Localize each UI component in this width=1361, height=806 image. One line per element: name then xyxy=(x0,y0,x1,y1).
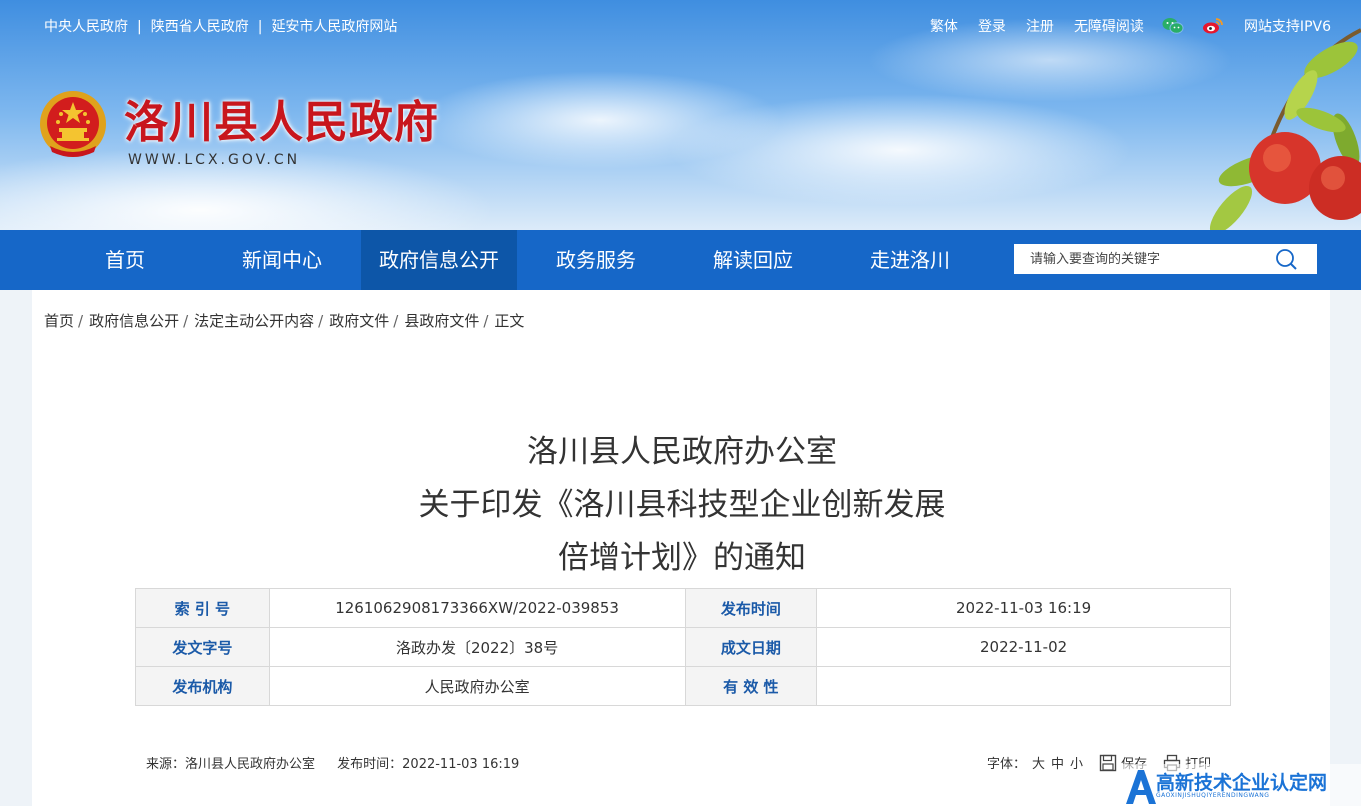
article-title-line: 关于印发《洛川县科技型企业创新发展 xyxy=(418,487,946,523)
search-box xyxy=(1014,244,1317,274)
breadcrumb-county-docs[interactable]: 县政府文件 xyxy=(404,312,479,330)
publishing-org-label: 发布机构 xyxy=(135,666,270,706)
table-row: 发文字号 洛政办发〔2022〕38号 成文日期 2022-11-02 xyxy=(135,627,1231,667)
nav-news-center[interactable]: 新闻中心 xyxy=(204,230,360,290)
accessible-reading-link[interactable]: 无障碍阅读 xyxy=(1074,16,1144,36)
table-row: 发布机构 人民政府办公室 有 效 性 xyxy=(135,666,1231,706)
login-link[interactable]: 登录 xyxy=(978,16,1006,36)
search-input[interactable] xyxy=(1014,244,1280,274)
validity-label: 有 效 性 xyxy=(684,666,818,706)
link-yanan-gov[interactable]: 延安市人民政府网站 xyxy=(271,19,397,35)
table-row: 索 引 号 1261062908173366XW/2022-039853 发布时… xyxy=(135,588,1231,628)
article-title-line: 倍增计划》的通知 xyxy=(558,540,806,576)
site-title[interactable]: 洛川县人民政府 xyxy=(124,86,439,150)
nav-gov-info-disclosure[interactable]: 政府信息公开 xyxy=(361,230,517,290)
breadcrumb-gov-docs[interactable]: 政府文件 xyxy=(329,312,389,330)
article-panel: 首页 / 政府信息公开 / 法定主动公开内容 / 政府文件 / 县政府文件 / 正文 洛川县人民政府… xyxy=(32,290,1330,806)
breadcrumb-current: 正文 xyxy=(494,312,525,330)
article-source-info: 来源：洛川县人民政府办公室 发布时间：2022-11-03 16:19 xyxy=(146,753,537,772)
nav-about-luochuan[interactable]: 走进洛川 xyxy=(832,230,988,290)
header-banner: 中央人民政府 | 陕西省人民政府 | 延安市人民政府网站 繁体 登录 注册 无障碍阅读 xyxy=(0,0,1361,230)
created-date-value: 2022-11-02 xyxy=(816,627,1231,667)
index-value: 1261062908173366XW/2022-039853 xyxy=(268,588,686,628)
publish-time-value: 2022-11-03 16:19 xyxy=(816,588,1231,628)
breadcrumb-home[interactable]: 首页 xyxy=(44,312,74,330)
save-icon xyxy=(1099,754,1117,771)
breadcrumb: 首页 / 政府信息公开 / 法定主动公开内容 / 政府文件 / 县政府文件 / 正文 xyxy=(44,312,525,330)
link-shaanxi-gov[interactable]: 陕西省人民政府 xyxy=(151,19,249,35)
publish-time-label: 发布时间 xyxy=(684,588,818,628)
nav-interpretation-response[interactable]: 解读回应 xyxy=(675,230,831,290)
doc-number-value: 洛政办发〔2022〕38号 xyxy=(268,627,686,667)
font-size-label: 字体： xyxy=(987,757,1027,772)
nav-home[interactable]: 首页 xyxy=(47,230,203,290)
publishing-org-value: 人民政府办公室 xyxy=(268,666,686,706)
font-size-large[interactable]: 大 xyxy=(1032,753,1045,772)
breadcrumb-statutory[interactable]: 法定主动公开内容 xyxy=(194,312,314,330)
document-meta-table: 索 引 号 1261062908173366XW/2022-039853 发布时… xyxy=(135,588,1231,706)
watermark-logo-icon xyxy=(1126,770,1156,804)
breadcrumb-gov-info[interactable]: 政府信息公开 xyxy=(89,312,179,330)
link-central-gov[interactable]: 中央人民政府 xyxy=(44,19,128,35)
traditional-chinese-link[interactable]: 繁体 xyxy=(930,16,958,36)
watermark-subtext: GAOXINJISHUQIYERENDINGWANG xyxy=(1156,792,1270,799)
source-text: 来源：洛川县人民政府办公室 xyxy=(146,757,316,772)
top-links: 中央人民政府 | 陕西省人民政府 | 延安市人民政府网站 xyxy=(44,19,398,35)
publish-time-text: 发布时间：2022-11-03 16:19 xyxy=(337,757,520,772)
article-title: 洛川县人民政府办公室 关于印发《洛川县科技型企业创新发展 倍增计划》的通知 xyxy=(32,426,1332,585)
national-emblem-logo xyxy=(36,88,110,162)
validity-value xyxy=(816,666,1231,706)
index-label: 索 引 号 xyxy=(135,588,270,628)
apple-branch-decoration xyxy=(1181,20,1361,230)
top-bar: 中央人民政府 | 陕西省人民政府 | 延安市人民政府网站 繁体 登录 注册 无障碍阅读 xyxy=(0,0,1361,48)
doc-number-label: 发文字号 xyxy=(135,627,270,667)
font-size-small[interactable]: 小 xyxy=(1070,753,1083,772)
article-title-line: 洛川县人民政府办公室 xyxy=(527,434,837,470)
nav-gov-services[interactable]: 政务服务 xyxy=(518,230,674,290)
register-link[interactable]: 注册 xyxy=(1026,16,1054,36)
font-size-medium[interactable]: 中 xyxy=(1051,753,1064,772)
search-icon[interactable] xyxy=(1275,248,1299,270)
watermark-text: 高新技术企业认定网 xyxy=(1156,772,1328,794)
watermark: 高新技术企业认定网 GAOXINJISHUQIYERENDINGWANG xyxy=(1120,764,1361,806)
site-url: WWW.LCX.GOV.CN xyxy=(128,152,301,168)
created-date-label: 成文日期 xyxy=(684,627,818,667)
